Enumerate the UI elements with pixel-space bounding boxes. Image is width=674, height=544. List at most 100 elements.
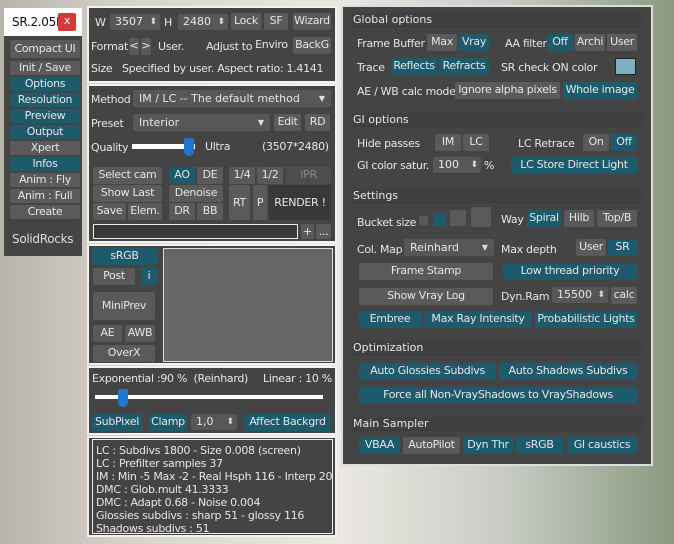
aa-user-button[interactable]: User	[607, 34, 637, 51]
enviro-button[interactable]: Enviro	[254, 37, 289, 54]
method-dropdown[interactable]: IM / LC -- The default method	[133, 90, 331, 107]
half-button[interactable]: 1/2	[257, 167, 283, 184]
post-button[interactable]: Post	[93, 268, 135, 285]
sidebar-item-output[interactable]: Output	[10, 125, 80, 139]
sidebar-item-infos[interactable]: Infos	[10, 157, 80, 171]
save-button[interactable]: Save	[93, 203, 126, 220]
dyn-ram-input[interactable]: 15500	[552, 287, 608, 303]
bucket-size-label: Bucket size	[357, 216, 417, 229]
lock-button[interactable]: Lock	[231, 13, 261, 30]
show-last-button[interactable]: Show Last	[93, 185, 162, 202]
refracts-button[interactable]: Refracts	[439, 58, 489, 75]
show-vray-log-button[interactable]: Show Vray Log	[359, 288, 493, 305]
clamp-button[interactable]: Clamp	[149, 414, 187, 431]
srgb-button[interactable]: sRGB	[92, 248, 157, 265]
denoise-button[interactable]: Denoise	[169, 185, 223, 202]
lc-retrace-on-button[interactable]: On	[583, 134, 609, 151]
max-ray-intensity-button[interactable]: Max Ray Intensity	[424, 311, 532, 328]
select-cam-button[interactable]: Select cam	[93, 167, 162, 184]
format-next-button[interactable]: >	[141, 38, 151, 55]
way-topb-button[interactable]: Top/B	[597, 210, 637, 227]
subpixel-button[interactable]: SubPixel	[92, 414, 142, 431]
bb-button[interactable]: BB	[197, 203, 223, 220]
vbaa-button[interactable]: VBAA	[359, 437, 400, 454]
p-button[interactable]: P	[253, 185, 267, 220]
colormap-slider-handle[interactable]	[117, 389, 128, 407]
embree-button[interactable]: Embree	[359, 311, 421, 328]
backg-button[interactable]: BackG	[293, 37, 331, 54]
more-button[interactable]: ...	[316, 224, 331, 239]
rt-button[interactable]: RT	[229, 185, 250, 220]
auto-glossies-subdivs-button[interactable]: Auto Glossies Subdivs	[359, 363, 496, 380]
close-button[interactable]: x	[58, 13, 76, 31]
ipr-button[interactable]: IPR	[286, 167, 331, 184]
rd-button[interactable]: RD	[305, 114, 330, 131]
ignore-alpha-button[interactable]: Ignore alpha pixels	[455, 82, 560, 99]
awb-button[interactable]: AWB	[125, 325, 155, 342]
render-button[interactable]: RENDER !	[269, 185, 331, 220]
gi-satur-input[interactable]: 100	[433, 157, 481, 173]
sidebar-item-options[interactable]: Options	[10, 77, 80, 91]
affect-backgrd-button[interactable]: Affect Backgrd	[244, 414, 331, 431]
calc-button[interactable]: calc	[611, 287, 637, 304]
wizard-button[interactable]: Wizard	[293, 13, 331, 30]
col-map-dropdown[interactable]: Reinhard	[404, 239, 494, 256]
quarter-button[interactable]: 1/4	[229, 167, 255, 184]
quality-slider-handle[interactable]	[183, 138, 194, 156]
overx-button[interactable]: OverX	[93, 345, 155, 362]
dr-button[interactable]: DR	[169, 203, 195, 220]
sidebar-item-preview[interactable]: Preview	[10, 109, 80, 123]
lc-retrace-off-button[interactable]: Off	[611, 134, 637, 151]
info-button[interactable]: i	[141, 268, 157, 285]
sidebar-item-compact-ui[interactable]: Compact UI	[10, 40, 80, 58]
sidebar-item-create[interactable]: Create	[10, 205, 80, 219]
bucket-size-32[interactable]	[450, 210, 466, 226]
auto-shadows-subdivs-button[interactable]: Auto Shadows Subdivs	[499, 363, 637, 380]
miniprev-button[interactable]: MiniPrev	[93, 292, 155, 320]
way-hilb-button[interactable]: Hilb	[564, 210, 594, 227]
lc-store-direct-light-button[interactable]: LC Store Direct Light	[511, 157, 637, 174]
max-depth-user-button[interactable]: User	[576, 239, 606, 256]
ae-button[interactable]: AE	[93, 325, 122, 342]
probabilistic-lights-button[interactable]: Probabilistic Lights	[535, 311, 637, 328]
sf-button[interactable]: SF	[264, 13, 288, 30]
whole-image-button[interactable]: Whole image	[563, 82, 637, 99]
sidebar-item-resolution[interactable]: Resolution	[10, 93, 80, 107]
height-input[interactable]: 2480	[178, 14, 228, 30]
aa-off-button[interactable]: Off	[547, 34, 573, 51]
aa-archi-button[interactable]: Archi	[575, 34, 605, 51]
fb-max-button[interactable]: Max	[427, 34, 457, 51]
max-depth-sr-button[interactable]: SR	[608, 239, 637, 256]
sampler-srgb-button[interactable]: sRGB	[516, 437, 563, 454]
add-button[interactable]: +	[301, 224, 314, 239]
sidebar-item-anim-full[interactable]: Anim : Full	[10, 189, 80, 203]
low-thread-priority-button[interactable]: Low thread priority	[503, 263, 637, 280]
sidebar-item-anim-fly[interactable]: Anim : Fly	[10, 173, 80, 187]
bucket-size-8[interactable]	[419, 216, 428, 225]
bucket-size-16[interactable]	[433, 213, 446, 226]
ao-button[interactable]: AO	[169, 167, 195, 184]
edit-button[interactable]: Edit	[274, 114, 301, 131]
colormap-slider-track[interactable]	[95, 395, 323, 399]
fb-vray-button[interactable]: Vray	[459, 34, 489, 51]
hide-im-button[interactable]: IM	[435, 134, 461, 151]
hide-lc-button[interactable]: LC	[463, 134, 489, 151]
elem-button[interactable]: Elem.	[128, 203, 162, 220]
force-vrayshadows-button[interactable]: Force all Non-VrayShadows to VrayShadows	[359, 387, 637, 404]
dyn-thr-button[interactable]: Dyn Thr	[463, 437, 513, 454]
autopilot-button[interactable]: AutoPilot	[403, 437, 460, 454]
bucket-size-64[interactable]	[471, 207, 491, 227]
gi-caustics-button[interactable]: GI caustics	[567, 437, 637, 454]
width-input[interactable]: 3507	[110, 14, 160, 30]
format-prev-button[interactable]: <	[129, 38, 139, 55]
clamp-value-input[interactable]: 1,0	[191, 414, 237, 430]
info-line: Glossies subdivs : sharp 51 - glossy 116	[96, 509, 305, 522]
way-spiral-button[interactable]: Spiral	[527, 210, 561, 227]
sr-color-swatch[interactable]	[615, 58, 636, 75]
sidebar-item-xpert[interactable]: Xpert	[10, 141, 80, 155]
de-button[interactable]: DE	[197, 167, 223, 184]
reflects-button[interactable]: Reflects	[391, 58, 437, 75]
preset-dropdown[interactable]: Interior	[133, 114, 270, 131]
frame-stamp-button[interactable]: Frame Stamp	[359, 263, 493, 280]
sidebar-item-init-save[interactable]: Init / Save	[10, 61, 80, 75]
